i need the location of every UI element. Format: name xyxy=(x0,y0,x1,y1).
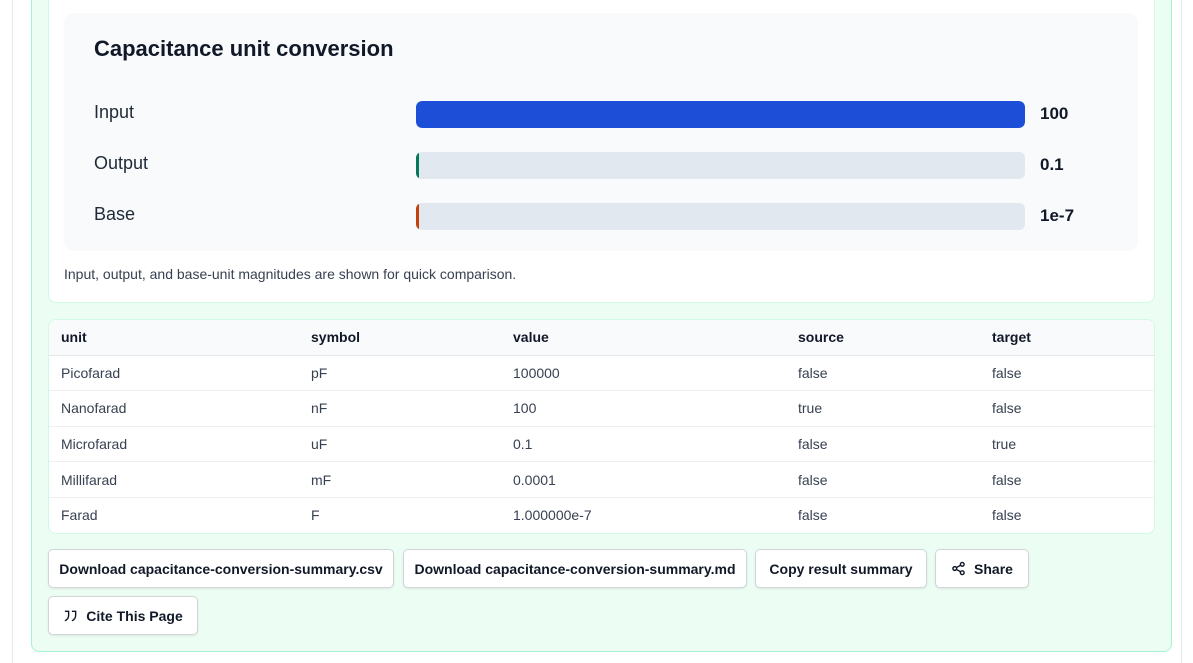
table-row: Picofarad pF 100000 false false xyxy=(49,355,1154,392)
cell-value: 1.000000e-7 xyxy=(513,507,592,524)
bar-value-base: 1e-7 xyxy=(1040,206,1075,225)
copy-summary-label: Copy result summary xyxy=(769,560,913,577)
column-header-symbol: symbol xyxy=(299,320,501,356)
cell-target: true xyxy=(980,426,1154,463)
cell-source: false xyxy=(798,507,828,524)
bar-value-input: 100 xyxy=(1040,104,1069,123)
bar-track-input xyxy=(416,101,1025,128)
column-header-target: target xyxy=(980,320,1154,356)
download-md-button[interactable]: Download capacitance-conversion-summary.… xyxy=(403,549,747,588)
bar-track-base xyxy=(416,203,1025,230)
bar-label-output: Output xyxy=(94,153,149,173)
cell-value: 0.1 xyxy=(501,426,786,463)
share-icon xyxy=(951,561,966,576)
column-header-value: value xyxy=(501,320,786,356)
table-row: Millifarad mF 0.0001 false false xyxy=(49,461,1154,498)
results-table-card: unit symbol value source target Picofara… xyxy=(48,319,1155,534)
cell-unit: Millifarad xyxy=(49,461,299,498)
cell-source: false xyxy=(786,355,980,392)
cell-target: false xyxy=(980,461,1154,498)
table-row: Microfarad uF 0.1 false true xyxy=(49,426,1154,463)
bar-track-output xyxy=(416,152,1025,179)
bar-value-output: 0.1 xyxy=(1040,155,1064,174)
column-header-unit: unit xyxy=(49,320,299,356)
bar-fill-input xyxy=(416,101,1025,128)
results-table: unit symbol value source target Picofara… xyxy=(49,320,1154,533)
cite-page-button[interactable]: Cite This Page xyxy=(48,596,198,635)
share-label: Share xyxy=(974,560,1013,577)
cell-source: true xyxy=(786,390,980,427)
table-row: Nanofarad nF 100 true false xyxy=(49,390,1154,427)
bar-label-base: Base xyxy=(94,204,136,224)
cell-unit: Picofarad xyxy=(49,355,299,392)
cell-source: false xyxy=(786,426,980,463)
cell-value: 0.0001 xyxy=(501,461,786,498)
column-header-source: source xyxy=(786,320,980,356)
bar-fill-base xyxy=(416,203,419,230)
copy-summary-button[interactable]: Copy result summary xyxy=(755,549,927,588)
chart-note: Input, output, and base-unit magnitudes … xyxy=(64,266,517,282)
table-header-row: unit symbol value source target xyxy=(49,320,1154,356)
cell-unit: Microfarad xyxy=(49,426,299,463)
cell-unit: Nanofarad xyxy=(49,390,299,427)
table-row: Farad F 1.000000e-7 false false xyxy=(49,497,1154,533)
bar-label-input: Input xyxy=(94,102,135,122)
cell-value: 100 xyxy=(501,390,786,427)
cite-label: Cite This Page xyxy=(86,607,183,624)
cell-source: false xyxy=(786,461,980,498)
quote-icon xyxy=(63,609,78,623)
cell-symbol: uF xyxy=(299,426,501,463)
cell-target: false xyxy=(980,390,1154,427)
cell-symbol: pF xyxy=(299,355,501,392)
cell-symbol: nF xyxy=(299,390,501,427)
download-md-label: Download capacitance-conversion-summary.… xyxy=(414,560,736,577)
download-csv-label: Download capacitance-conversion-summary.… xyxy=(59,560,383,577)
download-csv-button[interactable]: Download capacitance-conversion-summary.… xyxy=(48,549,394,588)
chart-title: Capacitance unit conversion xyxy=(94,36,394,61)
cell-target: false xyxy=(980,355,1154,392)
cell-symbol: mF xyxy=(299,461,501,498)
bar-fill-output xyxy=(416,152,419,179)
share-button[interactable]: Share xyxy=(935,549,1029,588)
cell-symbol: F xyxy=(311,507,320,524)
cell-target: false xyxy=(992,507,1022,524)
cell-value: 100000 xyxy=(501,355,786,392)
cell-unit: Farad xyxy=(61,507,98,524)
